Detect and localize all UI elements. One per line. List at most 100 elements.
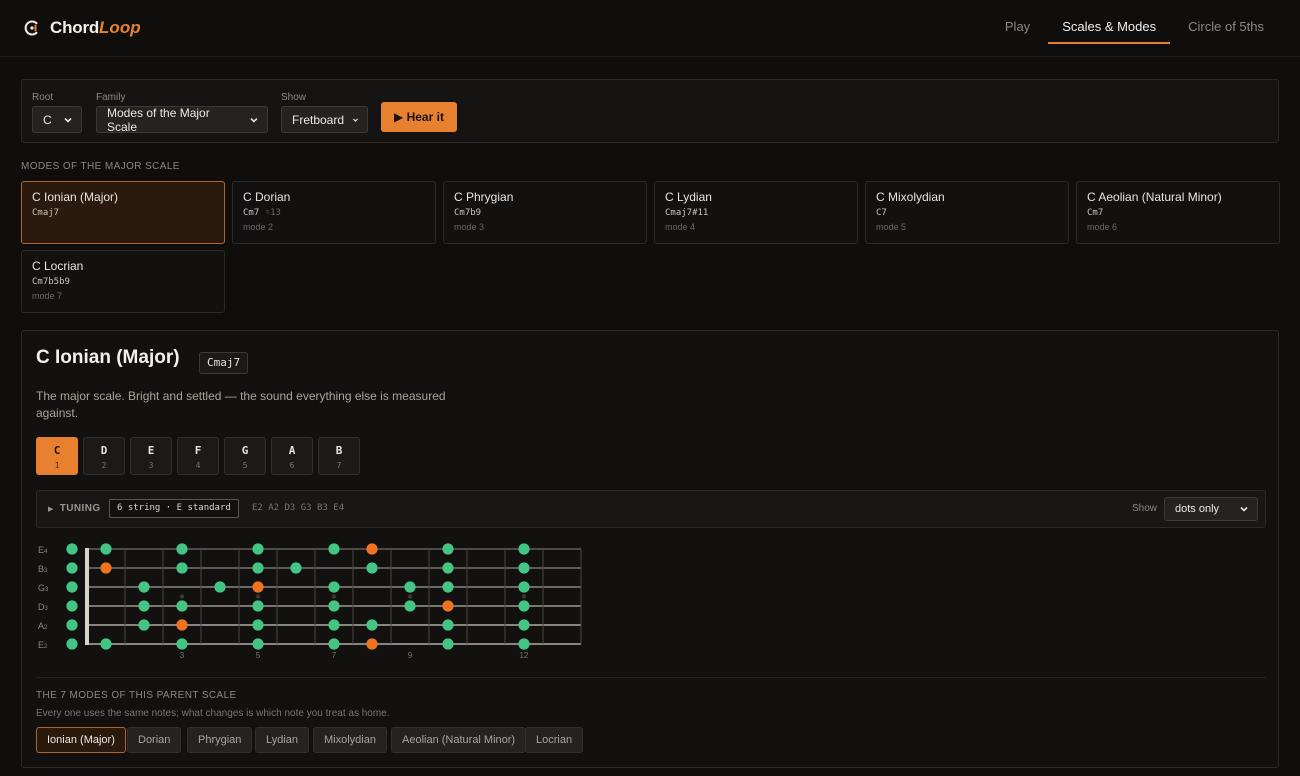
chevron-down-icon	[64, 117, 72, 123]
mode-name: C Dorian	[243, 190, 291, 204]
nav-play[interactable]: Play	[991, 0, 1044, 44]
mode-card-mixolydian[interactable]: C Mixolydian C7 mode 5	[865, 181, 1069, 244]
scale-note-dot	[404, 581, 416, 593]
mode-pill-phrygian[interactable]: Phrygian	[187, 727, 253, 753]
mode-name: C Mixolydian	[876, 190, 945, 204]
scale-note-dot	[252, 543, 264, 555]
mode-card-locrian[interactable]: C Locrian Cm7b5b9 mode 7	[21, 250, 225, 313]
nav-scales-modes[interactable]: Scales & Modes	[1048, 0, 1171, 44]
mode-pill-aeolian[interactable]: Aeolian (Natural Minor)	[391, 727, 527, 753]
root-label: Root	[32, 92, 54, 103]
chevron-down-icon	[353, 118, 359, 122]
note-chip-g[interactable]: G 5	[224, 437, 266, 475]
scale-note-dot	[176, 638, 188, 650]
scale-note-dot	[518, 543, 530, 555]
mode-card-lydian[interactable]: C Lydian Cmaj7#11 mode 4	[654, 181, 858, 244]
note-chip-c[interactable]: C 1	[36, 437, 78, 475]
mode-number: mode 3	[454, 222, 485, 232]
note-degree: 7	[336, 461, 342, 470]
scale-note-dot	[214, 581, 226, 593]
string-label: G3	[38, 583, 49, 593]
fret-position-marker	[521, 594, 527, 599]
string-label: E2	[38, 640, 48, 650]
mode-number: mode 4	[665, 222, 696, 232]
guitar-nut	[85, 548, 89, 645]
chevron-down-icon	[250, 117, 258, 123]
parent-scale-label: THE 7 MODES OF THIS PARENT SCALE	[36, 690, 237, 701]
root-value: C	[43, 112, 52, 127]
root-note-dot	[366, 638, 378, 650]
note-letter: F	[194, 444, 202, 457]
mode-pill-dorian[interactable]: Dorian	[127, 727, 182, 753]
mode-pill-mixolydian[interactable]: Mixolydian	[313, 727, 387, 753]
scale-note-dot	[366, 619, 378, 631]
mode-chord-symbol: Cm7	[243, 208, 260, 218]
mode-chord: Cm7	[1087, 208, 1104, 218]
scale-note-dot	[66, 543, 78, 555]
mode-card-dorian[interactable]: C Dorian Cm7 ♮13 mode 2	[232, 181, 436, 244]
scale-note-dot	[518, 600, 530, 612]
fret-number: 9	[408, 651, 413, 660]
mode-chord: Cmaj7#11	[665, 208, 709, 218]
mode-number: mode 5	[876, 222, 907, 232]
note-degree: 1	[54, 461, 60, 470]
hear-it-button[interactable]: ▶ Hear it	[381, 102, 457, 132]
family-select[interactable]: Modes of the Major Scale	[96, 105, 268, 134]
tuning-label: TUNING	[59, 503, 101, 514]
note-chip-f[interactable]: F 4	[177, 437, 219, 475]
fret-number: 12	[520, 651, 529, 660]
main-nav: Play Scales & Modes Circle of 5ths	[987, 0, 1278, 57]
logo[interactable]: Chord Loop	[23, 18, 141, 38]
show-select[interactable]: Fretboard	[281, 106, 368, 133]
note-letter: B	[335, 444, 343, 457]
scale-note-dot	[138, 581, 150, 593]
note-letter: A	[288, 444, 296, 457]
mode-pill-locrian[interactable]: Locrian	[525, 727, 584, 753]
fret-position-marker	[255, 594, 261, 599]
mode-pill-lydian[interactable]: Lydian	[255, 727, 310, 753]
scale-note-dot	[138, 600, 150, 612]
note-chip-e[interactable]: E 3	[130, 437, 172, 475]
scale-note-dot	[66, 638, 78, 650]
logo-text: Chord	[50, 18, 100, 37]
scale-note-dot	[252, 562, 264, 574]
note-chip-a[interactable]: A 6	[271, 437, 313, 475]
tuning-toggle[interactable]: ▶ TUNING	[48, 503, 101, 514]
note-degree: 2	[101, 461, 107, 470]
mode-name: C Ionian (Major)	[32, 190, 119, 204]
scale-note-dot	[100, 638, 112, 650]
mode-pill-ionian[interactable]: Ionian (Major)	[36, 727, 126, 753]
scale-note-dot	[176, 600, 188, 612]
scale-note-dot	[442, 581, 454, 593]
note-degree: 5	[242, 461, 248, 470]
mode-card-aeolian[interactable]: C Aeolian (Natural Minor) Cm7 mode 6	[1076, 181, 1280, 244]
note-degree: 4	[195, 461, 201, 470]
note-letter: E	[147, 444, 155, 457]
scale-note-dot	[252, 638, 264, 650]
note-degree: 3	[148, 461, 154, 470]
fretboard-show-select[interactable]: dots only	[1164, 497, 1258, 521]
fretboard-show-label: Show	[1132, 503, 1158, 514]
caret-right-icon: ▶	[48, 506, 54, 513]
root-select[interactable]: C	[32, 106, 82, 133]
show-value: Fretboard	[292, 112, 345, 127]
mode-card-ionian[interactable]: C Ionian (Major) Cmaj7	[21, 181, 225, 244]
fret-position-marker	[331, 594, 337, 599]
nav-circle-of-fifths[interactable]: Circle of 5ths	[1174, 0, 1278, 44]
scale-note-dot	[518, 638, 530, 650]
detail-description: The major scale. Bright and settled — th…	[36, 389, 446, 420]
scale-note-dot	[66, 619, 78, 631]
scale-note-dot	[138, 619, 150, 631]
note-chip-d[interactable]: D 2	[83, 437, 125, 475]
tuning-value[interactable]: 6 string · E standard	[109, 499, 239, 518]
string-label: D3	[38, 602, 49, 612]
mode-card-phrygian[interactable]: C Phrygian Cm7b9 mode 3	[443, 181, 647, 244]
scale-note-dot	[518, 619, 530, 631]
fretboard: E4 B3 G3 D3 A2 E2 3 5 7 9 12	[38, 543, 582, 660]
root-note-dot	[176, 619, 188, 631]
mode-name: C Aeolian (Natural Minor)	[1087, 190, 1222, 204]
note-chip-b[interactable]: B 7	[318, 437, 360, 475]
family-value: Modes of the Major Scale	[107, 105, 210, 134]
mode-number: mode 6	[1087, 222, 1118, 232]
loop-logo-icon	[24, 20, 38, 36]
